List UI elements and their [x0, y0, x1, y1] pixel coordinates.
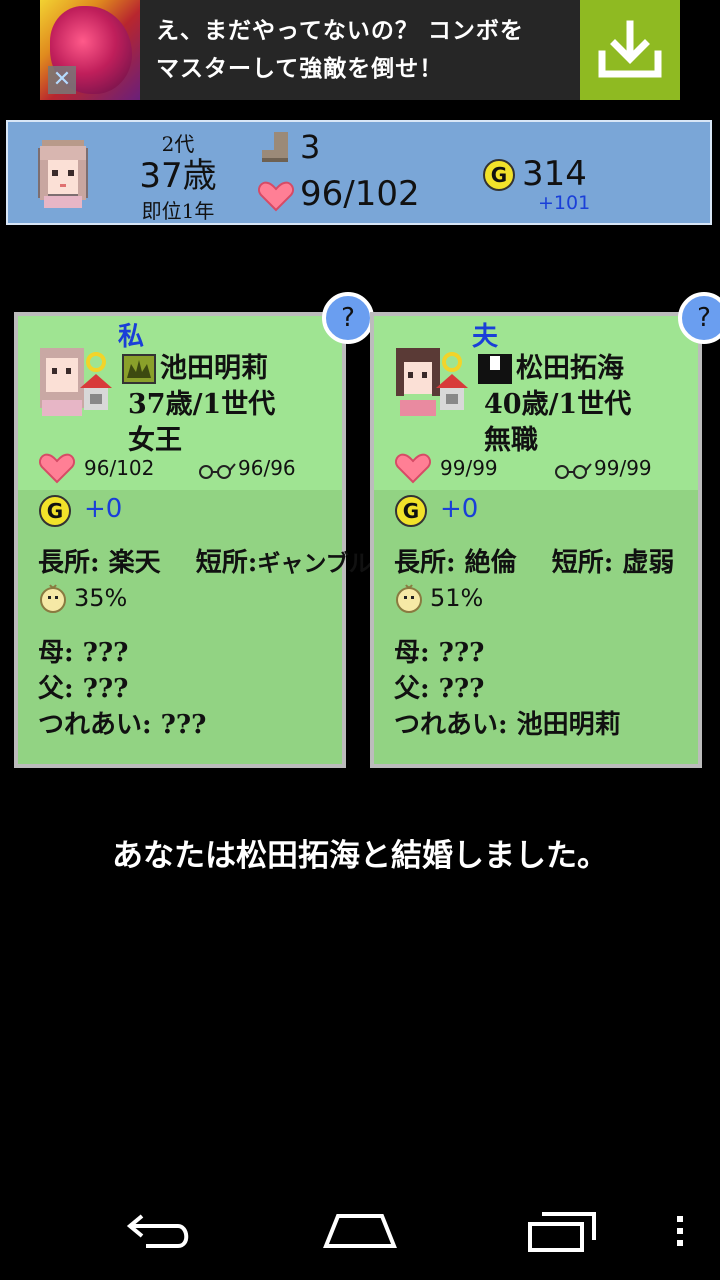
- hp-value: 96/102: [300, 174, 420, 214]
- baby-icon: [396, 584, 422, 613]
- strength-value: 絶倫: [464, 548, 517, 578]
- hp-value: 99/99: [440, 456, 498, 480]
- partner-label: つれあい: ???: [38, 710, 207, 740]
- money-change: +0: [440, 494, 479, 524]
- character-name: 松田拓海: [516, 353, 624, 384]
- gold-income: +101: [538, 192, 591, 214]
- mother-label: 母: ???: [394, 638, 485, 668]
- stats-row: 96/102 96/96: [38, 450, 328, 486]
- fertility-value: 51%: [430, 584, 484, 612]
- ad-close-icon[interactable]: ✕: [48, 66, 76, 94]
- father-label: 父: ???: [394, 674, 485, 704]
- spouse-card: 夫 ? 松田拓海 40歳/1世代 無職 99/99 99/99 G +0 長所:…: [370, 292, 720, 768]
- queen-portrait-icon: [40, 348, 112, 416]
- age-generation: 37歳/1世代: [128, 389, 276, 420]
- age-generation: 40歳/1世代: [484, 389, 632, 420]
- svg-text:G: G: [47, 499, 63, 523]
- character-name: 池田明莉: [160, 353, 268, 384]
- back-icon[interactable]: [122, 1206, 196, 1256]
- strength-value: 楽天: [108, 548, 161, 578]
- weakness-label: 短所:: [195, 548, 258, 578]
- gold-coin-icon: G: [39, 495, 71, 527]
- mother-label: 母: ???: [38, 638, 129, 668]
- father-label: 父: ???: [38, 674, 129, 704]
- strength-label: 長所:: [38, 548, 100, 578]
- ad-text-line2: マスターして強敵を倒せ！: [156, 56, 444, 82]
- menu-icon[interactable]: [670, 1206, 690, 1256]
- status-panel: 2代 37歳 即位1年 3 96/102 G 314 +101: [6, 120, 712, 225]
- age: 37歳: [139, 156, 217, 196]
- intelligence-value: 99/99: [594, 456, 652, 480]
- ad-app-icon[interactable]: ✕: [40, 0, 140, 100]
- reign-years: 即位1年: [141, 199, 215, 223]
- hp-value: 96/102: [84, 456, 155, 480]
- navigation-bar: [0, 1190, 720, 1280]
- queen-avatar-icon: [38, 140, 88, 208]
- traits: 長所: 絶倫 短所: 虚弱: [394, 542, 674, 579]
- strength-label: 長所:: [394, 548, 456, 578]
- self-card: 私 ? 池田明莉 37歳/1世代 女王 96/102 96/96 G +0 長所…: [14, 292, 374, 768]
- baby-icon: [40, 584, 66, 613]
- boot-icon: [262, 132, 288, 162]
- heart-icon: [258, 181, 294, 212]
- svg-text:G: G: [403, 499, 419, 523]
- download-icon: [598, 20, 662, 78]
- recent-apps-icon[interactable]: [526, 1206, 600, 1256]
- generation: 2代: [161, 132, 195, 156]
- gold-value: 314: [522, 154, 587, 194]
- weakness-value: ギャンブル: [257, 550, 372, 577]
- event-message[interactable]: あなたは松田拓海と結婚しました。: [0, 830, 720, 875]
- weakness-label: 短所:: [551, 548, 614, 578]
- home-icon[interactable]: [320, 1206, 400, 1256]
- crown-job-icon: [122, 354, 156, 384]
- ad-text-line1: え、まだやってないの？ コンボを: [156, 18, 524, 44]
- traits: 長所: 楽天 短所:ギャンブル: [38, 542, 372, 579]
- generation-block: 2代 37歳 即位1年: [128, 128, 228, 224]
- jobless-icon: [478, 354, 512, 384]
- gold-coin-icon: G: [483, 159, 515, 191]
- heart-icon: [395, 453, 431, 484]
- ad-banner[interactable]: ✕ え、まだやってないの？ コンボを マスターして強敵を倒せ！: [40, 0, 680, 100]
- heart-icon: [39, 453, 75, 484]
- weakness-value: 虚弱: [622, 548, 675, 578]
- svg-text:G: G: [491, 163, 507, 187]
- steps-count: 3: [300, 128, 321, 166]
- glasses-icon: [199, 463, 236, 479]
- gold-coin-icon: G: [395, 495, 427, 527]
- money-change: +0: [84, 494, 123, 524]
- stats-row: 99/99 99/99: [394, 450, 684, 486]
- ad-download-button[interactable]: [580, 0, 680, 100]
- glasses-icon: [555, 463, 592, 479]
- intelligence-value: 96/96: [238, 456, 296, 480]
- husband-portrait-icon: [396, 348, 468, 416]
- fertility-value: 35%: [74, 584, 128, 612]
- help-button[interactable]: ?: [322, 292, 374, 344]
- ad-text[interactable]: え、まだやってないの？ コンボを マスターして強敵を倒せ！: [140, 0, 580, 100]
- partner-label: つれあい: 池田明莉: [394, 710, 621, 740]
